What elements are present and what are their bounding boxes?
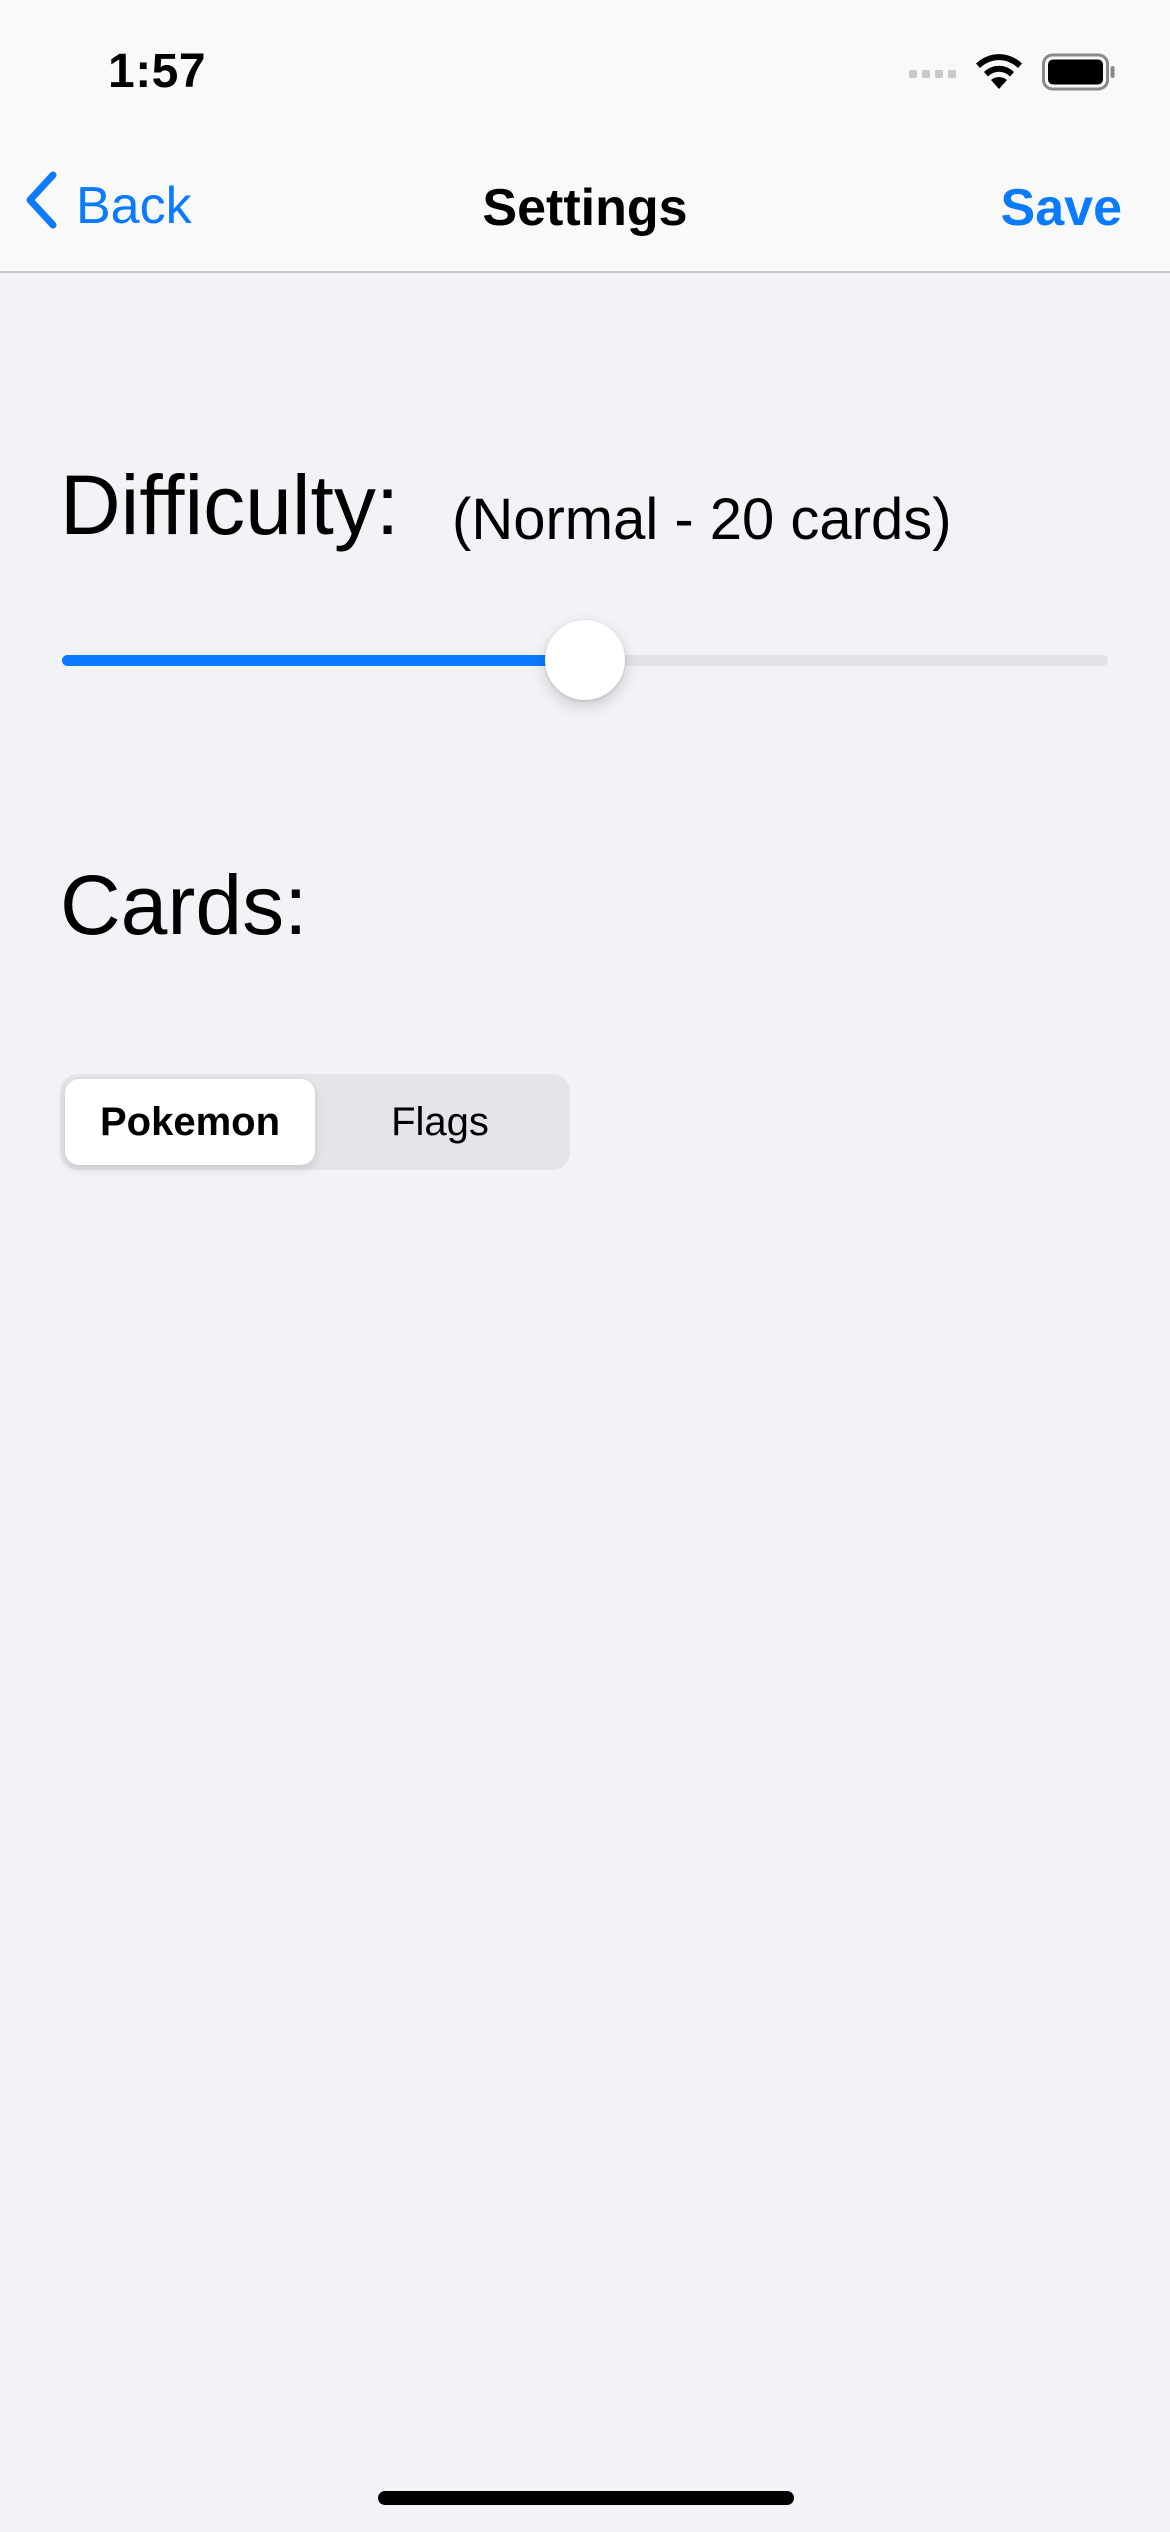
difficulty-value: (Normal - 20 cards) bbox=[452, 487, 952, 552]
difficulty-slider[interactable] bbox=[62, 620, 1108, 700]
save-button[interactable]: Save bbox=[1001, 178, 1122, 238]
slider-thumb[interactable] bbox=[545, 620, 625, 700]
difficulty-label: Difficulty: bbox=[60, 458, 400, 552]
segment-flags[interactable]: Flags bbox=[315, 1079, 565, 1165]
cards-label: Cards: bbox=[60, 858, 308, 952]
home-indicator bbox=[378, 2491, 794, 2505]
status-icons bbox=[909, 52, 1116, 96]
status-bar: 1:57 bbox=[0, 0, 1170, 140]
battery-icon bbox=[1042, 53, 1116, 96]
slider-fill bbox=[62, 655, 585, 666]
status-time: 1:57 bbox=[108, 45, 207, 98]
cards-segmented-control: Pokemon Flags bbox=[60, 1074, 570, 1170]
wifi-icon bbox=[974, 53, 1024, 96]
page-title: Settings bbox=[482, 179, 688, 237]
signal-icon bbox=[909, 70, 956, 78]
segment-pokemon[interactable]: Pokemon bbox=[65, 1079, 315, 1165]
navigation-bar: Back Settings Save bbox=[0, 140, 1170, 273]
